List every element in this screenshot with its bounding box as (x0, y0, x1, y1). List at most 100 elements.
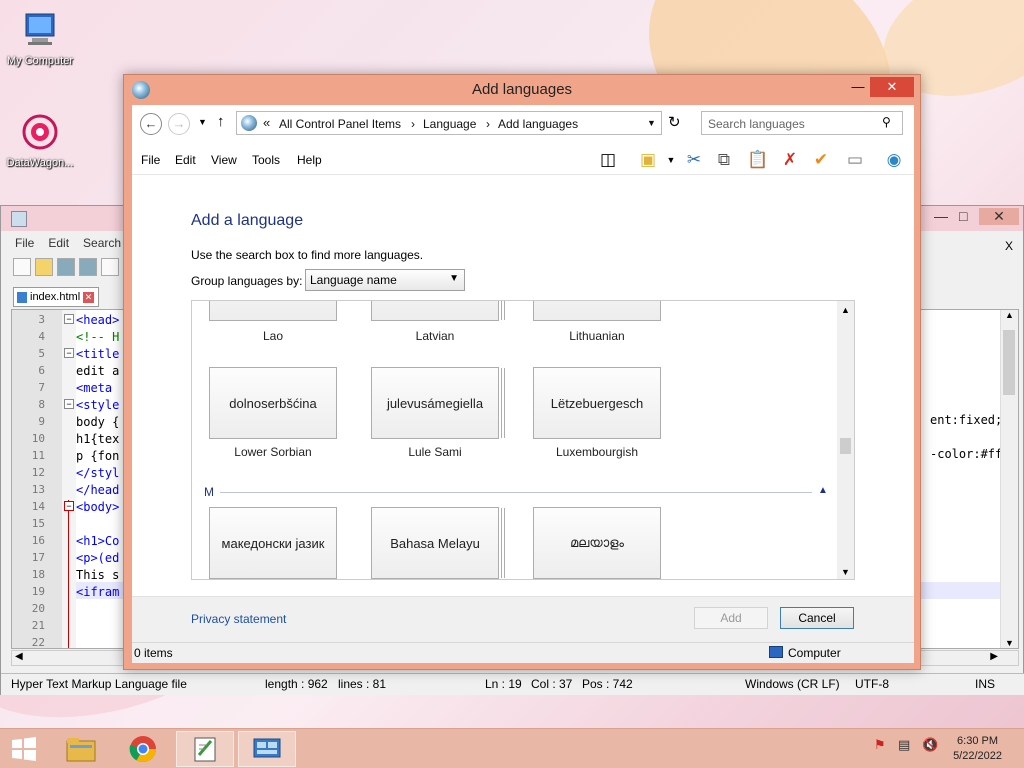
scroll-down-icon[interactable]: ▼ (837, 567, 854, 577)
properties-icon[interactable]: ▭ (843, 149, 867, 171)
page-title: Add a language (191, 212, 304, 229)
search-icon[interactable]: ⚲ (882, 115, 891, 129)
save-all-icon[interactable] (79, 258, 97, 276)
address-box[interactable]: « All Control Panel Items › Language › A… (236, 111, 662, 135)
clock-time: 6:30 PM (957, 735, 999, 747)
cancel-button[interactable]: Cancel (780, 607, 854, 629)
code-line: <p>(ed (76, 551, 120, 565)
language-tile-luxembourgish[interactable]: Lëtzebuergesch (533, 367, 661, 439)
taskbar-clock[interactable]: 6:30 PM 5/22/2022 (953, 734, 1002, 764)
computer-icon (769, 646, 783, 658)
language-list[interactable]: Lao Latvian Lithuanian dolnoserbšćina ju… (191, 300, 855, 580)
desktop-icon-datawagon[interactable]: DataWagon... (0, 110, 80, 169)
scroll-up-icon[interactable]: ▲ (1001, 310, 1018, 320)
fold-toggle-icon[interactable]: − (64, 399, 74, 409)
recent-pages-chevron-icon[interactable]: ▼ (198, 117, 207, 127)
menu-help[interactable]: Help (297, 153, 322, 167)
open-file-icon[interactable] (35, 258, 53, 276)
menu-search[interactable]: Search (83, 236, 121, 250)
close-icon[interactable]: ✕ (870, 77, 914, 97)
action-center-flag-icon[interactable]: ⚑ (874, 737, 886, 753)
close-file-icon[interactable] (101, 258, 119, 276)
checkmark-icon[interactable]: ✔ (809, 149, 833, 171)
maximize-button[interactable]: □ (959, 208, 967, 224)
breadcrumb-language[interactable]: Language (423, 117, 476, 131)
scroll-left-icon[interactable]: ◀ (15, 651, 23, 662)
save-icon[interactable] (57, 258, 75, 276)
menu-tools[interactable]: Tools (252, 153, 280, 167)
taskbar-chrome[interactable] (114, 731, 172, 767)
language-tile-malay[interactable]: Bahasa Melayu (371, 507, 499, 579)
close-button[interactable]: ✕ (979, 208, 1019, 225)
fold-toggle-icon[interactable]: − (64, 501, 74, 511)
volume-muted-icon[interactable]: 🔇 (922, 737, 938, 753)
back-button[interactable]: ← (140, 113, 162, 135)
language-tile-lithuanian[interactable] (533, 301, 661, 321)
breadcrumb-prefix[interactable]: « (263, 115, 270, 130)
breadcrumb-all-control-panel[interactable]: All Control Panel Items (279, 117, 401, 131)
desktop-icon-label: DataWagon... (6, 157, 74, 169)
status-item-count: 0 items (134, 646, 173, 660)
line-number: 3 (38, 313, 45, 326)
tab-index-html[interactable]: index.html ✕ (13, 287, 99, 307)
minimize-button[interactable]: — (934, 208, 948, 224)
scroll-thumb[interactable] (1003, 330, 1015, 395)
scroll-up-icon[interactable]: ▲ (837, 301, 854, 315)
editor-vertical-scrollbar[interactable]: ▲ ▼ (1000, 310, 1018, 648)
new-file-icon[interactable] (13, 258, 31, 276)
language-tile-macedonian[interactable]: македонски јазик (209, 507, 337, 579)
status-col: Col : 37 (531, 677, 573, 691)
control-panel-icon (253, 738, 281, 758)
paste-icon[interactable]: 📋 (746, 149, 770, 171)
scroll-right-icon[interactable]: ▶ (990, 651, 998, 662)
language-tile-latvian[interactable] (371, 301, 499, 321)
forward-button[interactable]: → (168, 113, 190, 135)
network-icon[interactable]: ▤ (898, 737, 910, 753)
language-tile-lule-sami[interactable]: julevusámegiella (371, 367, 499, 439)
menu-file[interactable]: File (15, 236, 34, 250)
language-tile-malayalam[interactable]: മലയാളം (533, 507, 661, 579)
line-number: 11 (31, 449, 45, 462)
add-button[interactable]: Add (694, 607, 768, 629)
menu-edit[interactable]: Edit (175, 153, 196, 167)
search-input[interactable]: Search languages (701, 111, 903, 135)
menu-view[interactable]: View (211, 153, 237, 167)
refresh-icon[interactable]: ↻ (668, 113, 681, 131)
line-number: 7 (38, 381, 45, 394)
scroll-down-icon[interactable]: ▼ (1001, 638, 1018, 648)
language-tile-lao[interactable] (209, 301, 337, 321)
line-number: 6 (38, 364, 45, 377)
up-arrow-icon[interactable]: ↑ (217, 113, 225, 130)
close-doc-icon[interactable]: X (1005, 239, 1013, 253)
close-tab-icon[interactable]: ✕ (83, 292, 94, 303)
cut-icon[interactable]: ✂ (682, 149, 706, 171)
start-button[interactable] (0, 731, 48, 767)
language-list-scrollbar[interactable]: ▲ ▼ (837, 301, 854, 579)
chevron-down-icon: ▼ (449, 273, 459, 284)
chevron-down-icon[interactable]: ▼ (659, 149, 683, 171)
taskbar-notepadpp[interactable] (176, 731, 234, 767)
section-divider (220, 492, 812, 493)
menu-edit[interactable]: Edit (48, 236, 69, 250)
notepadpp-statusbar: Hyper Text Markup Language file length :… (1, 673, 1024, 695)
privacy-statement-link[interactable]: Privacy statement (191, 612, 286, 626)
scroll-thumb[interactable] (840, 438, 851, 454)
menu-file[interactable]: File (141, 153, 160, 167)
fold-toggle-icon[interactable]: − (64, 314, 74, 324)
group-by-select[interactable]: Language name ▼ (305, 269, 465, 291)
taskbar-file-explorer[interactable] (52, 731, 110, 767)
delete-icon[interactable]: ✗ (778, 149, 802, 171)
folder-icon[interactable]: ▣ (636, 149, 660, 171)
globe-icon[interactable]: ◉ (882, 149, 906, 171)
copy-icon[interactable]: ⧉ (712, 149, 736, 171)
language-tile-lower-sorbian[interactable]: dolnoserbšćina (209, 367, 337, 439)
breadcrumb-add-languages[interactable]: Add languages (498, 117, 578, 131)
fold-toggle-icon[interactable]: − (64, 348, 74, 358)
collapse-section-icon[interactable]: ▲ (818, 485, 828, 496)
address-dropdown-icon[interactable]: ▼ (647, 118, 656, 128)
desktop-icon-my-computer[interactable]: My Computer (0, 8, 80, 67)
layout-pane-icon[interactable]: ◫ (596, 149, 620, 171)
status-computer: Computer (788, 646, 841, 660)
minimize-button[interactable]: — (846, 77, 870, 97)
taskbar-control-panel[interactable] (238, 731, 296, 767)
